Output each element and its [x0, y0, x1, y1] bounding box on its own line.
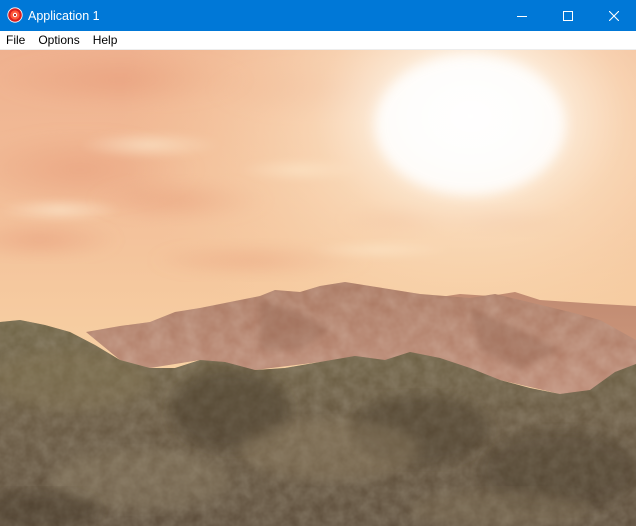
- title-bar[interactable]: Application 1: [0, 0, 636, 31]
- menu-help[interactable]: Help: [87, 31, 125, 50]
- render-viewport[interactable]: [0, 50, 636, 526]
- menu-bar: File Options Help: [0, 31, 636, 50]
- close-button[interactable]: [591, 0, 636, 31]
- minimize-icon: [517, 11, 527, 21]
- application-window: Application 1 File Options Help: [0, 0, 636, 526]
- maximize-button[interactable]: [545, 0, 591, 31]
- menu-options[interactable]: Options: [32, 31, 86, 50]
- maximize-icon: [563, 10, 573, 21]
- app-logo-icon[interactable]: [7, 7, 23, 23]
- terrain-scene: [0, 50, 636, 526]
- minimize-button[interactable]: [499, 0, 545, 31]
- window-title: Application 1: [28, 9, 100, 23]
- menu-file[interactable]: File: [0, 31, 32, 50]
- close-icon: [608, 10, 619, 21]
